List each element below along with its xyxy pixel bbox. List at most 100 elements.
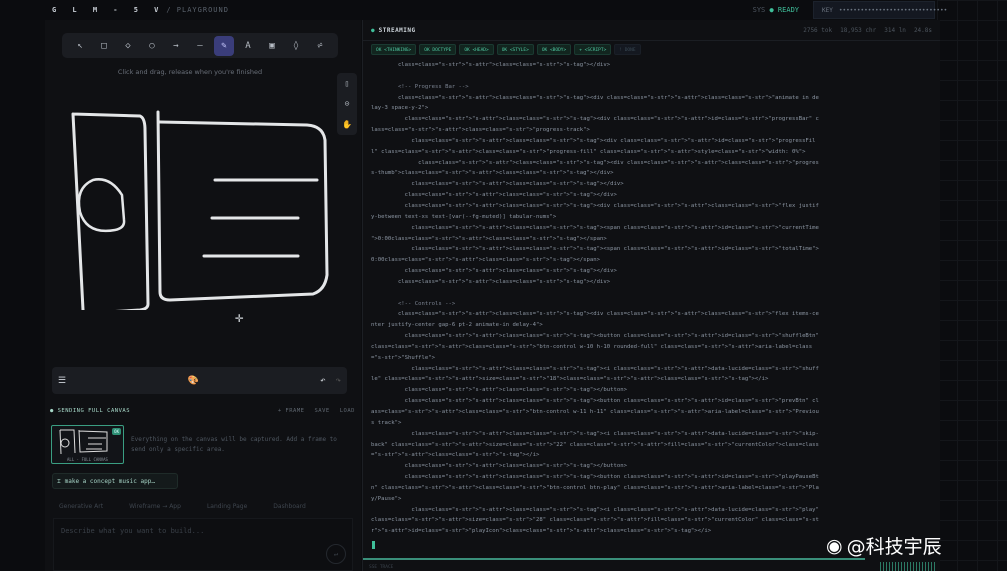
redo-icon[interactable]: ↷ xyxy=(336,376,341,386)
stage-tag: OK <THINKING> xyxy=(371,44,417,55)
code-line: y-between text-xs text-[var(--fg-muted)]… xyxy=(371,213,557,220)
prompt-chip[interactable]: ⌶ make a concept music app… xyxy=(52,473,178,489)
stage-tag: OK DOCTYPE xyxy=(419,44,457,55)
api-key-field[interactable]: KEY •••••••••••••••••••••••••••••• xyxy=(813,1,947,19)
crosshair-cursor-icon: ✛ xyxy=(235,310,244,326)
code-line: ="s-str">"Shuffle"> xyxy=(371,354,435,361)
code-line: class=class="s-str">"s-attr">class=class… xyxy=(371,506,819,513)
code-line: class=class="s-str">"s-attr">class=class… xyxy=(371,430,819,437)
code-output: class=class="s-str">"s-attr">class=class… xyxy=(371,60,936,537)
stage-tag: OK <STYLE> xyxy=(496,44,534,55)
stream-cursor xyxy=(372,541,375,549)
pointer-icon[interactable]: ↖ xyxy=(70,36,90,56)
stage-tag: + <SCRIPT> xyxy=(574,44,612,55)
code-line: class=class="s-str">"s-attr">class=class… xyxy=(371,159,819,166)
code-line: <!-- Controls --> xyxy=(371,300,456,307)
stream-stage-tags: OK <THINKING> OK DOCTYPE OK <HEAD> OK <STYL… xyxy=(363,41,940,58)
code-line: le" class=class="s-str">"s-attr">size=cl… xyxy=(371,376,769,383)
code-line: s track"> xyxy=(371,419,402,426)
example-landing-page[interactable]: Landing Page xyxy=(207,503,247,510)
stage-tag: OK <HEAD> xyxy=(459,44,494,55)
code-line: class=class="s-str">"s-attr">class=class… xyxy=(371,192,617,199)
sketch-phone-outline xyxy=(71,112,150,310)
canvas-thumbnail[interactable]: OK ALL · FULL CANVAS xyxy=(51,425,124,464)
save-button[interactable]: SAVE xyxy=(315,408,330,414)
line-icon[interactable]: — xyxy=(190,36,210,56)
lock-icon[interactable]: ⊙ xyxy=(345,99,350,108)
prompt-input[interactable]: Describe what you want to build... ↵ xyxy=(53,518,353,571)
rectangle-icon[interactable]: □ xyxy=(94,36,114,56)
arrow-icon[interactable]: → xyxy=(166,36,186,56)
key-label: KEY xyxy=(822,6,833,14)
code-line: class=class="s-str">"s-attr">class=class… xyxy=(371,463,627,470)
load-button[interactable]: LOAD xyxy=(340,408,355,414)
undo-icon[interactable]: ↶ xyxy=(320,376,325,386)
status-indicator: SYS ● READY xyxy=(753,6,799,14)
canvas-side-tools: ▯ ⊙ ✋ xyxy=(337,73,357,135)
code-line: class=class="s-str">"s-attr">class=class… xyxy=(371,343,813,350)
example-dashboard[interactable]: Dashboard xyxy=(273,503,306,510)
canvas-bottom-bar: ☰ 🎨 ↶ ↷ xyxy=(52,367,347,394)
code-line: n" class=class="s-str">"s-attr">class=cl… xyxy=(371,484,819,491)
more-tools-icon[interactable]: ⩫ xyxy=(310,36,330,56)
example-generative-art[interactable]: Generative Art xyxy=(59,503,103,510)
watermark: ◉ @科技宇辰 xyxy=(826,532,942,559)
menu-icon[interactable]: ☰ xyxy=(58,376,66,386)
code-line: y/Pause"> xyxy=(371,495,402,502)
code-line: lay-3 space-y-2"> xyxy=(371,105,429,112)
code-line: class=class="s-str">"s-attr">class=class… xyxy=(371,474,819,481)
hand-icon[interactable]: ✋ xyxy=(342,120,352,129)
text-icon[interactable]: A xyxy=(238,36,258,56)
breadcrumb: / PLAYGROUND xyxy=(166,6,229,14)
elapsed-time: 24.8s xyxy=(913,26,932,34)
thumbnail-caption: ALL · FULL CANVAS xyxy=(67,457,108,462)
code-line: class=class="s-str">"s-attr">class=class… xyxy=(371,246,819,253)
status-text: READY xyxy=(777,6,799,14)
code-line: class=class="s-str">"s-attr">class=class… xyxy=(371,224,819,231)
char-count: 18,953 chr xyxy=(840,26,877,34)
example-wireframe-app[interactable]: Wireframe → App xyxy=(129,503,181,510)
text-cursor-icon: ⌶ xyxy=(57,477,61,485)
code-line: class=class="s-str">"s-attr">class=class… xyxy=(371,311,819,318)
code-line: class=class="s-str">"s-attr">class=class… xyxy=(371,268,617,275)
code-line: class=class="s-str">"s-attr">class=class… xyxy=(371,398,819,405)
code-line: s-thumb">class=class="s-str">"s-attr">cl… xyxy=(371,170,614,177)
audio-bars xyxy=(880,562,935,571)
code-line: 0:00class=class="s-str">"s-attr">class=c… xyxy=(371,257,601,264)
code-line: back" class=class="s-str">"s-attr">size=… xyxy=(371,441,819,448)
code-line: nter justify-center gap-6 pt-2 animate-i… xyxy=(371,322,543,329)
stream-panel: ● STREAMING 2756 tok 18,953 chr 314 ln 2… xyxy=(362,20,940,571)
code-line: class=class="s-str">"s-attr">size=class=… xyxy=(371,517,819,524)
status-dot-icon: ● xyxy=(769,6,774,14)
line-count: 314 ln xyxy=(884,26,906,34)
ellipse-icon[interactable]: ○ xyxy=(142,36,162,56)
eraser-icon[interactable]: ◊ xyxy=(286,36,306,56)
code-line: ass=class="s-str">"s-attr">class=class="… xyxy=(371,409,819,415)
brand-logo: G L M - 5 V xyxy=(52,6,165,14)
code-line: l" class=class="s-str">"s-attr">class=cl… xyxy=(371,148,806,155)
stream-dot-icon: ● xyxy=(371,26,375,34)
stage-tag: OK <BODY> xyxy=(536,44,572,55)
code-line: <!-- Progress Bar --> xyxy=(371,83,469,90)
image-icon[interactable]: ▣ xyxy=(262,36,282,56)
sending-description: Everything on the canvas will be capture… xyxy=(131,436,337,453)
prompt-placeholder: Describe what you want to build... xyxy=(61,527,205,535)
token-count: 2756 tok xyxy=(803,26,833,34)
add-frame-button[interactable]: + FRAME xyxy=(278,408,305,414)
pencil-icon[interactable]: ✎ xyxy=(214,35,234,56)
palette-icon[interactable]: 🎨 xyxy=(188,376,199,386)
code-line: ">0:00class=class="s-str">"s-attr">class… xyxy=(371,235,607,242)
code-line: class=class="s-str">"s-attr">class=class… xyxy=(371,387,627,394)
code-line: class=class="s-str">"s-attr">class=class… xyxy=(371,365,819,372)
code-line: ="s-str">"s-attr">class=class="s-str">"s… xyxy=(371,452,540,459)
sketch-circle xyxy=(77,178,126,233)
stage-tag: ! DONE xyxy=(614,44,641,55)
code-line: class=class="s-str">"s-attr">class=class… xyxy=(371,116,819,123)
canvas-panel: ↖ □ ◇ ○ → — ✎ A ▣ ◊ ⩫ Click and drag, release when… xyxy=(45,20,361,571)
library-icon[interactable]: ▯ xyxy=(345,79,350,88)
sketch-drawing[interactable] xyxy=(45,80,335,310)
sending-title: ● SENDING FULL CANVAS xyxy=(50,408,131,414)
example-tabs: Generative Art Wireframe → App Landing P… xyxy=(59,503,306,510)
diamond-icon[interactable]: ◇ xyxy=(118,36,138,56)
send-button[interactable]: ↵ xyxy=(326,544,346,564)
